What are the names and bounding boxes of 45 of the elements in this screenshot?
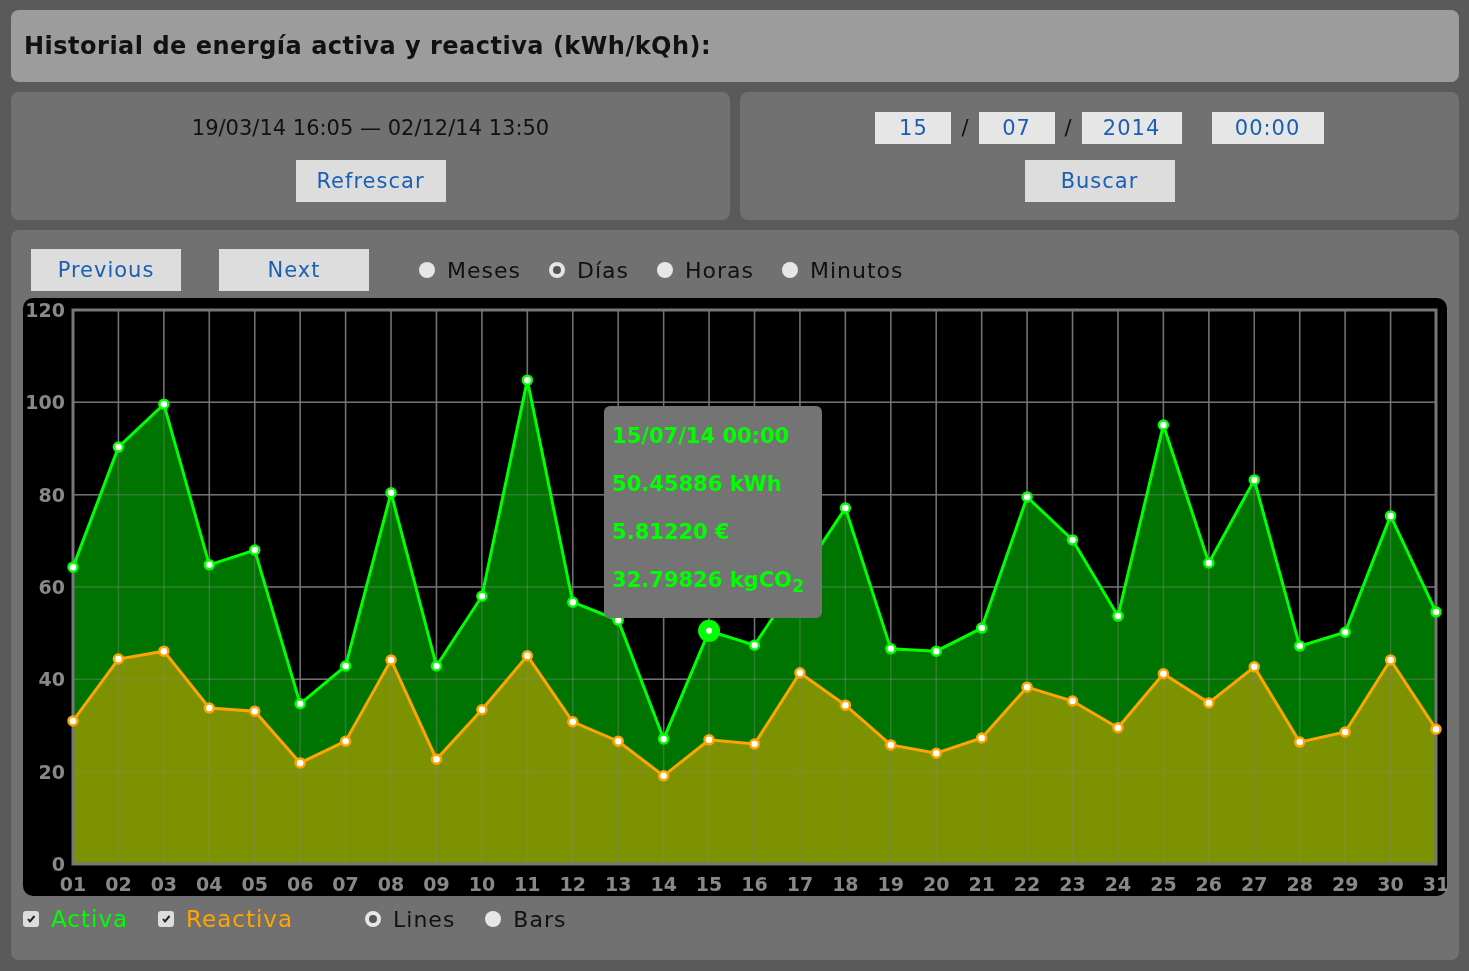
y-tick-label: 40 [38, 668, 65, 691]
tooltip-text: 5.81220 € [612, 519, 731, 546]
x-tick-label: 30 [1377, 873, 1404, 895]
y-tick-label: 120 [25, 299, 65, 321]
tooltip-text: 50.45886 kWh [612, 471, 783, 498]
x-tick-label: 15 [695, 873, 723, 895]
x-tick-label: 25 [1150, 873, 1177, 895]
x-tick-label: 19 [877, 873, 905, 895]
x-tick-label: 03 [150, 873, 178, 895]
x-tick-label: 28 [1286, 873, 1313, 895]
x-tick-label: 04 [196, 873, 223, 895]
x-tick-label: 29 [1331, 873, 1359, 895]
page-title: Historial de energía activa y reactiva (kWh/kQh): [24, 32, 712, 60]
y-tick-label: 80 [38, 483, 65, 506]
tooltip-text: 32.79826 kgCO$_{2}$ [612, 567, 806, 599]
x-tick-label: 01 [59, 873, 87, 895]
y-tick-label: 0 [51, 853, 65, 875]
x-tick-label: 14 [650, 873, 677, 895]
x-tick-label: 18 [832, 873, 859, 895]
x-tick-label: 12 [559, 873, 586, 895]
x-tick-label: 11 [514, 873, 541, 895]
x-tick-label: 27 [1241, 873, 1268, 895]
x-tick-label: 16 [741, 873, 768, 895]
x-tick-label: 17 [786, 873, 814, 895]
date-separator: / [1064, 116, 1072, 140]
y-tick-label: 100 [25, 391, 65, 414]
x-tick-label: 20 [923, 873, 950, 895]
y-tick-label: 60 [38, 576, 65, 598]
x-tick-label: 05 [241, 873, 268, 895]
x-tick-label: 26 [1195, 873, 1223, 895]
x-tick-label: 02 [105, 873, 132, 895]
x-tick-label: 22 [1013, 873, 1041, 895]
x-tick-label: 24 [1104, 873, 1132, 895]
x-tick-label: 06 [286, 873, 314, 895]
date-range: 19/03/14 16:05 — 02/12/14 13:50 [191, 115, 550, 142]
tooltip-text: 15/07/14 00:00 [612, 423, 791, 450]
date-separator: / [961, 116, 969, 140]
x-tick-label: 23 [1059, 873, 1086, 895]
x-tick-label: 10 [468, 873, 496, 895]
x-tick-label: 09 [423, 873, 450, 895]
y-tick-label: 20 [38, 760, 65, 783]
x-tick-label: 13 [604, 873, 632, 895]
x-tick-label: 08 [377, 873, 405, 895]
x-tick-label: 21 [968, 873, 995, 895]
x-tick-label: 07 [332, 873, 359, 895]
